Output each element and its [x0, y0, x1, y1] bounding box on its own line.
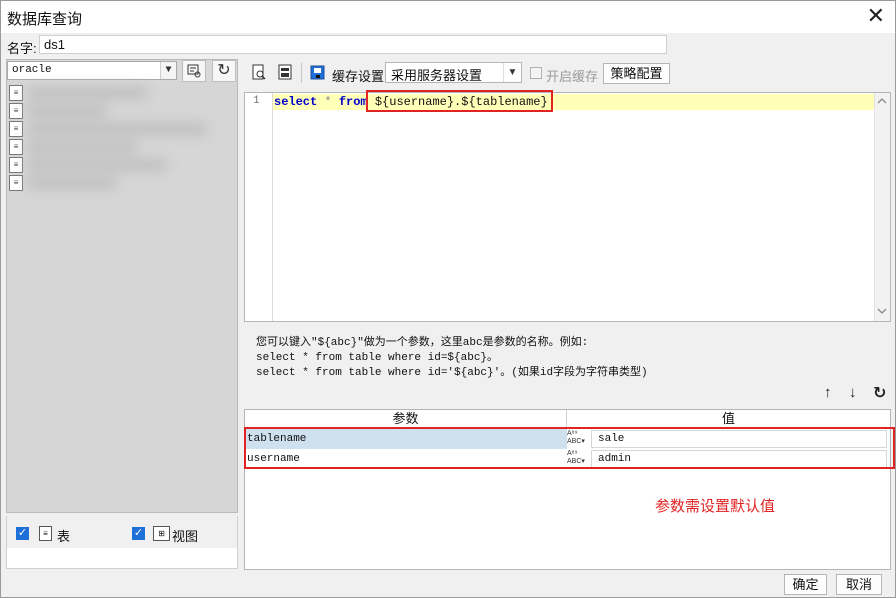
table-icon[interactable]: ≡: [9, 139, 23, 155]
move-up-icon[interactable]: ↑: [824, 384, 832, 401]
view-checkbox[interactable]: ✓: [132, 527, 145, 540]
annotation-text: 参数需设置默认值: [655, 498, 776, 515]
blurred-table-names: [27, 81, 227, 209]
enable-cache-checkbox[interactable]: [530, 67, 542, 79]
line-number: 1: [253, 95, 260, 107]
database-select[interactable]: oracle ▼: [7, 61, 177, 80]
param-name-header: 参数: [245, 410, 567, 428]
sql-keyword-from: from: [338, 95, 368, 109]
name-input[interactable]: ds1: [39, 35, 667, 54]
cancel-button[interactable]: 取消: [836, 574, 882, 595]
dialog-title: 数据库查询: [7, 11, 83, 28]
name-label: 名字:: [7, 41, 37, 56]
cache-mode-select[interactable]: 采用服务器设置 ▼: [385, 62, 522, 83]
sql-star: *: [317, 95, 339, 109]
title-bar: 数据库查询 ✕: [1, 1, 895, 33]
table-icon[interactable]: ≡: [9, 157, 23, 173]
chevron-down-icon: ▼: [503, 63, 521, 82]
preview-icon[interactable]: [251, 64, 267, 81]
param-hint-line2: select * from table where id=${abc}。: [256, 352, 499, 364]
table-icon[interactable]: ≡: [9, 175, 23, 191]
table-icon[interactable]: ≡: [9, 121, 23, 137]
enable-cache-label: 开启缓存: [546, 69, 599, 84]
table-list: ≡ ≡ ≡ ≡ ≡ ≡: [9, 85, 27, 193]
dialog-window: 数据库查询 ✕ 名字: ds1 oracle ▼ ↻ ≡ ≡ ≡ ≡ ≡ ≡ ✓…: [0, 0, 896, 598]
move-down-icon[interactable]: ↓: [849, 384, 857, 401]
table-icon[interactable]: ≡: [9, 85, 23, 101]
database-select-value: oracle: [12, 64, 52, 76]
filter-icon[interactable]: [182, 60, 206, 82]
cache-mode-value: 采用服务器设置: [391, 68, 483, 83]
ok-button[interactable]: 确定: [784, 574, 827, 595]
param-hint-line1: 您可以键入"${abc}"做为一个参数，这里abc是参数的名称。例如:: [256, 337, 589, 349]
table-checkbox[interactable]: ✓: [16, 527, 29, 540]
editor-scrollbar[interactable]: [874, 93, 890, 321]
param-value-header: 值: [567, 410, 890, 428]
cache-settings-label: 缓存设置: [332, 69, 385, 84]
chevron-down-icon: ▼: [160, 62, 176, 79]
table-type-icon: ≡: [39, 526, 52, 541]
sql-pager-icon[interactable]: [277, 64, 293, 81]
cache-settings-icon[interactable]: [310, 64, 326, 81]
refresh-params-icon[interactable]: ↻: [873, 383, 886, 403]
table-icon[interactable]: ≡: [9, 103, 23, 119]
view-check-label: 视图: [172, 529, 199, 544]
refresh-icon[interactable]: ↻: [212, 60, 236, 82]
strategy-config-button[interactable]: 策略配置: [603, 63, 670, 84]
param-highlight-box: [366, 90, 553, 112]
param-hint-line3: select * from table where id='${abc}'。(如…: [256, 367, 648, 379]
toolbar-divider: [301, 63, 302, 83]
table-check-label: 表: [57, 529, 71, 544]
view-type-icon: ⊞: [153, 526, 170, 541]
close-icon[interactable]: ✕: [867, 4, 885, 28]
sql-keyword-select: select: [274, 95, 318, 109]
sql-editor[interactable]: 1 select * from ${username}.${tablename}: [244, 92, 891, 322]
line-gutter: 1: [245, 93, 273, 321]
param-rows-highlight-box: [244, 427, 895, 469]
